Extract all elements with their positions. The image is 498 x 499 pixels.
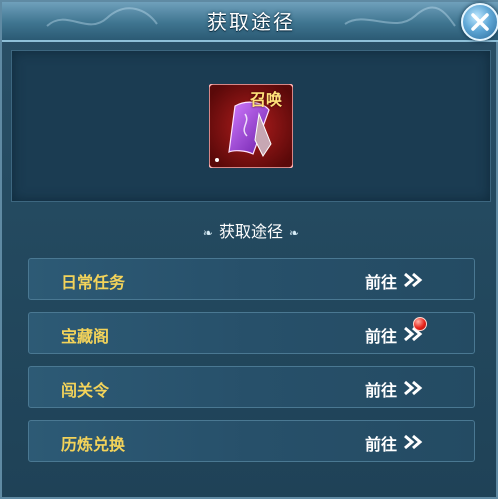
route-row[interactable]: 闯关令 前往 bbox=[28, 366, 475, 408]
double-chevron-right-icon[interactable] bbox=[403, 272, 423, 288]
ornament-right-icon: ❧ bbox=[289, 226, 300, 240]
close-button[interactable] bbox=[461, 3, 498, 41]
section-title: 获取途径 bbox=[218, 222, 283, 241]
route-row[interactable]: 日常任务 前往 bbox=[28, 258, 475, 300]
dialog-title: 获取途径 bbox=[207, 10, 295, 34]
notification-dot bbox=[413, 317, 427, 331]
go-button-label[interactable]: 前往 bbox=[365, 377, 397, 401]
route-row[interactable]: 历炼兑换 前往 bbox=[28, 420, 475, 462]
route-name: 历炼兑换 bbox=[61, 435, 126, 454]
section-header: ❧ 获取途径 ❧ bbox=[2, 218, 498, 242]
double-chevron-right-icon[interactable] bbox=[403, 434, 423, 450]
item-label: 召唤 bbox=[250, 90, 283, 109]
acquisition-dialog: 获取途径 召唤 ❧ 获取途径 ❧ 日常任务 前往 宝藏阁 前往 闯关令 前往 历… bbox=[0, 0, 498, 499]
close-icon bbox=[471, 13, 489, 31]
ornament-left-icon: ❧ bbox=[202, 226, 213, 240]
route-name: 日常任务 bbox=[61, 273, 126, 292]
double-chevron-right-icon[interactable] bbox=[403, 380, 423, 396]
route-name: 闯关令 bbox=[61, 381, 110, 400]
title-bar: 获取途径 bbox=[2, 2, 498, 42]
route-name: 宝藏阁 bbox=[61, 327, 110, 346]
go-button-label[interactable]: 前往 bbox=[365, 269, 397, 293]
route-row[interactable]: 宝藏阁 前往 bbox=[28, 312, 475, 354]
go-button-label[interactable]: 前往 bbox=[365, 323, 397, 347]
go-button-label[interactable]: 前往 bbox=[365, 431, 397, 455]
